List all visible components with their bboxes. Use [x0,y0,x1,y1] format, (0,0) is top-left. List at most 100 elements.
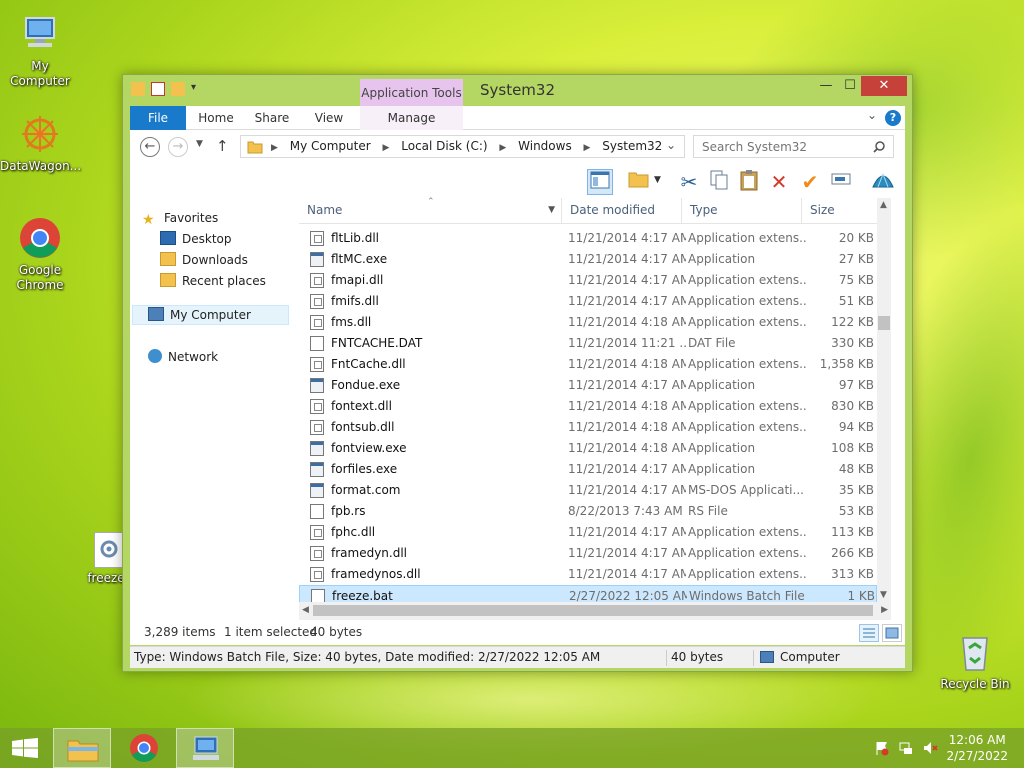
file-type: MS-DOS Applicati... [688,483,804,497]
breadcrumb-windows[interactable]: Windows [518,139,572,153]
search-box[interactable] [693,135,894,158]
file-name: fmapi.dll [331,273,384,287]
checkmark-icon[interactable]: ✔ [797,169,823,195]
file-row[interactable]: framedyn.dll 11/21/2014 4:17 AM Applicatio… [299,543,877,564]
search-icon[interactable] [873,141,885,153]
desktop-icon-my-computer[interactable]: My Computer [0,12,80,89]
tab-share[interactable]: Share [250,106,294,130]
nav-network[interactable]: Network [148,348,218,366]
column-size[interactable]: Size [802,198,878,224]
action-center-icon[interactable] [874,740,890,756]
file-row[interactable]: fmifs.dll 11/21/2014 4:17 AM Application e… [299,291,877,312]
back-button[interactable]: ← [140,137,160,157]
desktop-icon-datawagon[interactable]: DataWagon... [0,112,81,174]
shell-icon[interactable] [870,169,896,195]
delete-icon[interactable]: ✕ [766,169,792,195]
scroll-down-icon[interactable]: ▼ [880,590,887,600]
scroll-up-icon[interactable]: ▲ [880,200,887,210]
tab-home[interactable]: Home [194,106,238,130]
nav-recent-places[interactable]: Recent places [160,272,266,290]
breadcrumb-my-computer[interactable]: My Computer [290,139,371,153]
column-dropdown-icon[interactable]: ▼ [548,198,555,222]
move-to-icon[interactable] [626,169,652,195]
file-row[interactable]: fontsub.dll 11/21/2014 4:18 AM Application… [299,417,877,438]
tab-file[interactable]: File [130,106,186,130]
file-row[interactable]: format.com 11/21/2014 4:17 AM MS-DOS Appli… [299,480,877,501]
taskbar-remote-app[interactable] [176,728,234,768]
desktop-icon-google-chrome[interactable]: Google Chrome [0,216,80,293]
breadcrumb-separator-icon[interactable]: ▶ [499,143,506,153]
file-row[interactable]: fltLib.dll 11/21/2014 4:17 AM Application … [299,228,877,249]
column-name[interactable]: Name ⌃ ▼ [299,197,562,224]
help-icon[interactable]: ? [885,110,901,126]
large-icons-view-button[interactable] [882,624,902,642]
window-title: System32 [479,81,556,99]
paste-icon[interactable] [736,169,762,195]
preview-pane-icon[interactable] [587,169,613,195]
folder-icon [247,141,263,154]
ribbon-expand-icon[interactable]: ⌄ [867,108,877,122]
system-clock[interactable]: 12:06 AM 2/27/2022 [946,732,1008,764]
file-row[interactable]: framedynos.dll 11/21/2014 4:17 AM Applicat… [299,564,877,585]
taskbar-chrome[interactable] [115,728,173,768]
details-view-button[interactable] [859,624,879,642]
file-row[interactable]: FNTCACHE.DAT 11/21/2014 11:21 ... DAT File… [299,333,877,354]
breadcrumb-separator-icon[interactable]: ▶ [584,143,591,153]
search-input[interactable] [694,136,864,157]
file-size: 1,358 KB [819,357,874,371]
breadcrumb-system32[interactable]: System32 [602,139,662,153]
file-row[interactable]: fltMC.exe 11/21/2014 4:17 AM Application 27… [299,249,877,270]
file-row[interactable]: forfiles.exe 11/21/2014 4:17 AM Applicatio… [299,459,877,480]
title-bar[interactable]: ▾ Application Tools System32 — ☐ ✕ [123,75,912,107]
horizontal-scrollbar[interactable]: ◀ ▶ [299,602,891,620]
scroll-right-icon[interactable]: ▶ [881,605,888,615]
start-button[interactable] [0,728,50,768]
column-date-modified[interactable]: Date modified [562,198,682,224]
tab-view[interactable]: View [307,106,351,130]
file-row[interactable]: fontview.exe 11/21/2014 4:18 AM Applicatio… [299,438,877,459]
scroll-left-icon[interactable]: ◀ [302,605,309,615]
cut-icon[interactable]: ✂ [676,169,702,195]
file-row[interactable]: fms.dll 11/21/2014 4:18 AM Application ext… [299,312,877,333]
file-row[interactable]: FntCache.dll 11/21/2014 4:18 AM Applicatio… [299,354,877,375]
taskbar: 12:06 AM 2/27/2022 [0,728,1024,768]
network-tray-icon[interactable] [898,740,914,756]
file-list: Name ⌃ ▼ Date modified Type Size fltLib.… [299,197,891,620]
nav-downloads[interactable]: Downloads [160,251,248,269]
file-row[interactable]: fontext.dll 11/21/2014 4:18 AM Application… [299,396,877,417]
dll-file-icon [310,315,324,330]
forward-button[interactable]: → [168,137,188,157]
exe-file-icon [310,378,324,393]
file-row[interactable]: fpb.rs 8/22/2013 7:43 AM RS File 53 KB [299,501,877,522]
nav-desktop[interactable]: Desktop [160,230,232,248]
address-bar[interactable]: ▶ My Computer ▶ Local Disk (C:) ▶ Window… [240,135,706,158]
scrollbar-thumb[interactable] [313,605,873,616]
volume-muted-icon[interactable] [922,740,938,756]
column-type[interactable]: Type [682,198,802,224]
file-size: 313 KB [831,567,874,581]
file-type: Application [688,462,756,476]
nav-favorites[interactable]: ★ Favorites [142,209,218,228]
copy-icon[interactable] [706,169,732,195]
rename-icon[interactable] [828,169,854,195]
up-button[interactable]: ↑ [216,137,229,155]
close-button[interactable]: ✕ [861,76,907,96]
desktop-icon-recycle-bin[interactable]: Recycle Bin [935,630,1015,692]
dll-file-icon [310,567,324,582]
file-name: fontext.dll [331,399,392,413]
tab-manage[interactable]: Manage [360,106,463,130]
desktop-icon-label: My Computer [10,59,70,88]
file-row[interactable]: fphc.dll 11/21/2014 4:17 AM Application ex… [299,522,877,543]
scrollbar-thumb[interactable] [878,316,890,330]
breadcrumb-local-disk[interactable]: Local Disk (C:) [401,139,487,153]
nav-my-computer[interactable]: My Computer [148,306,251,324]
vertical-scrollbar[interactable]: ▲ ▼ [877,198,891,602]
recent-locations-icon[interactable]: ▼ [196,139,203,149]
file-row[interactable]: Fondue.exe 11/21/2014 4:17 AM Application 9… [299,375,877,396]
taskbar-file-explorer[interactable] [53,728,111,768]
chevron-down-icon[interactable]: ▼ [654,175,661,185]
address-history-icon[interactable]: ⌄ [666,138,676,152]
file-size: 97 KB [838,378,874,392]
file-row[interactable]: fmapi.dll 11/21/2014 4:17 AM Application e… [299,270,877,291]
breadcrumb-separator-icon[interactable]: ▶ [383,143,390,153]
